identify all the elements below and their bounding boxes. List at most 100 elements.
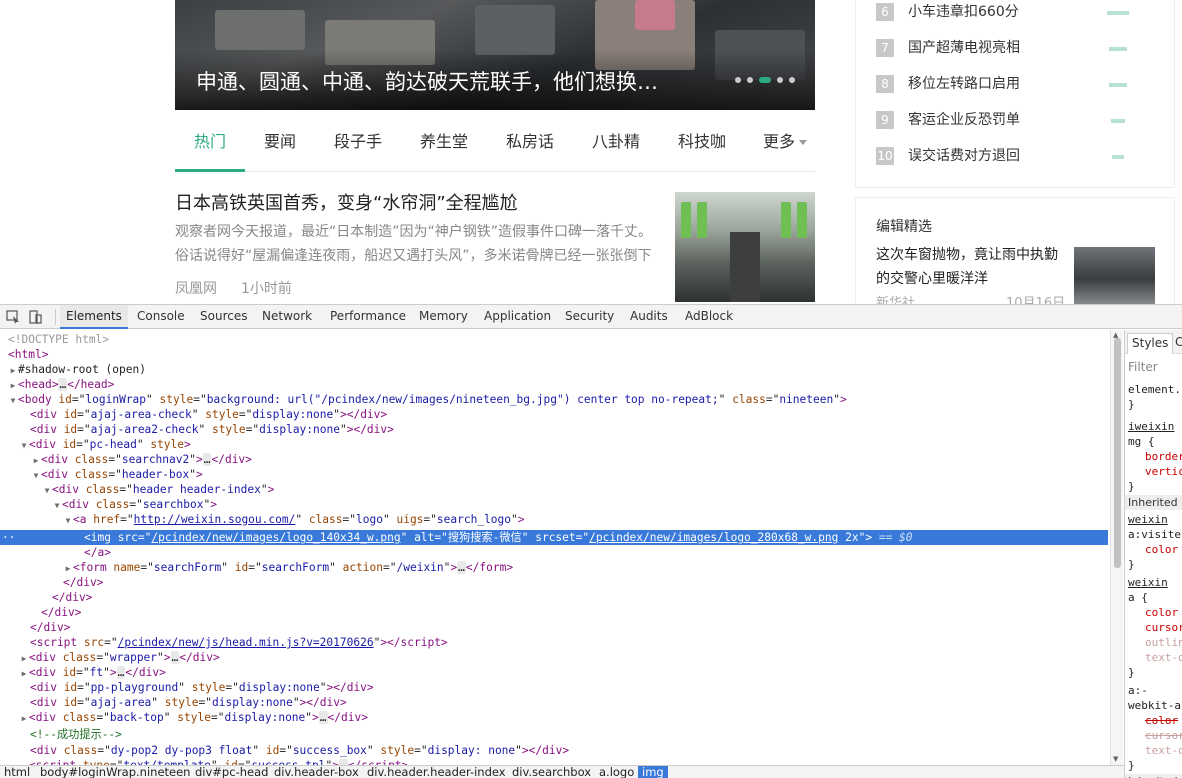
tab-hot[interactable]: 热门 (175, 112, 245, 172)
breadcrumb-body[interactable]: body#loginWrap.nineteen (40, 766, 190, 778)
dom-node-header-box[interactable]: ▼ <div class="header-box"> (0, 467, 1108, 482)
dom-node-searchnav[interactable]: ▶ <div class="searchnav2">…</div> (0, 452, 1108, 467)
tab-sources[interactable]: Sources (200, 305, 247, 329)
breadcrumb-a-logo[interactable]: a.logo (599, 766, 634, 778)
carousel-dots[interactable] (735, 77, 795, 83)
tab-styles[interactable]: Styles (1127, 333, 1174, 354)
dom-node-ft[interactable]: ▶ <div id="ft">…</div> (0, 665, 1108, 680)
dom-node-img-selected[interactable]: ·· <img src="/pcindex/new/images/logo_140… (0, 530, 1108, 545)
hot-list-item[interactable]: 8 移位左转路口启用 (876, 75, 1166, 95)
carousel-dot[interactable] (789, 77, 795, 83)
style-rule-line[interactable]: cursor (1145, 620, 1182, 635)
style-rule-line[interactable]: border (1145, 449, 1182, 464)
dom-scrollbar[interactable]: ▲ ▼ (1110, 330, 1123, 765)
hero-caption[interactable]: 申通、圆通、中通、韵达破天荒联手，他们想换… (196, 66, 658, 96)
breadcrumb-html[interactable]: html (4, 766, 30, 778)
style-rule-line[interactable]: } (1128, 397, 1135, 412)
style-rule-line[interactable]: mg { (1128, 434, 1155, 449)
tab-audits[interactable]: Audits (630, 305, 668, 329)
hot-list-item[interactable]: 10 误交话费对方退回 (876, 147, 1166, 167)
tab-performance[interactable]: Performance (330, 305, 406, 329)
dom-node-success-box[interactable]: <div class="dy-pop2 dy-pop3 float" id="s… (0, 743, 1108, 758)
breadcrumb-header-box[interactable]: div.header-box (274, 766, 359, 778)
hero-carousel[interactable]: 申通、圆通、中通、韵达破天荒联手，他们想换… (175, 0, 815, 110)
tab-news[interactable]: 要闻 (245, 112, 315, 172)
dom-node-html[interactable]: <html> (0, 347, 1108, 362)
dom-node-div-close[interactable]: </div> (0, 590, 1108, 605)
dom-node-area-check[interactable]: <div id="ajaj-area-check" style="display… (0, 407, 1108, 422)
tab-gossip[interactable]: 八卦精 (580, 112, 652, 172)
hot-list-item[interactable]: 9 客运企业反恐罚单 (876, 111, 1166, 131)
style-rule-line[interactable]: a:- (1128, 683, 1148, 698)
dom-node-comment[interactable]: <!--成功提示--> (0, 727, 1108, 742)
tab-more[interactable]: 更多 (755, 112, 815, 172)
tab-tech[interactable]: 科技咖 (666, 112, 738, 172)
dom-node-script-template[interactable]: ▶<script type="text/template" id="succes… (0, 758, 1108, 765)
tab-private-talk[interactable]: 私房话 (494, 112, 566, 172)
dom-node-shadow-root[interactable]: ▶ #shadow-root (open) (0, 362, 1108, 377)
dom-node-pp-playground[interactable]: <div id="pp-playground" style="display:n… (0, 680, 1108, 695)
hot-item-text[interactable]: 国产超薄电视亮相 (908, 39, 1020, 57)
dom-node-wrapper[interactable]: ▶ <div class="wrapper">…</div> (0, 650, 1108, 665)
hot-item-text[interactable]: 移位左转路口启用 (908, 75, 1020, 93)
style-rule-line[interactable]: vertic (1145, 464, 1182, 479)
article-source[interactable]: 凤凰网 (175, 278, 217, 298)
hot-item-text[interactable]: 小车违章扣660分 (908, 3, 1019, 21)
dom-node-logo-link[interactable]: ▼ <a href="http://weixin.sogou.com/" clas… (0, 512, 1108, 527)
style-rule-line[interactable]: a:visite (1128, 527, 1181, 542)
carousel-dot-active[interactable] (759, 77, 771, 83)
style-rule-line[interactable]: text-d (1145, 743, 1182, 758)
breadcrumb-pc-head[interactable]: div#pc-head (195, 766, 268, 778)
dom-node-header-index[interactable]: ▼ <div class="header header-index"> (0, 482, 1108, 497)
style-rule-line[interactable]: element. (1128, 382, 1181, 397)
dom-node-script-head[interactable]: <script src="/pcindex/new/js/head.min.js… (0, 635, 1108, 650)
editor-pick-thumbnail[interactable] (1074, 247, 1155, 304)
style-rule-line[interactable]: weixin (1128, 512, 1168, 527)
dom-node-div-close[interactable]: </div> (0, 620, 1108, 635)
style-rule-line[interactable]: text-d (1145, 650, 1182, 665)
carousel-dot[interactable] (777, 77, 783, 83)
dom-node-head[interactable]: ▶ <head>…</head> (0, 377, 1108, 392)
dom-node-doctype[interactable]: <!DOCTYPE html> (0, 332, 1108, 347)
editor-pick-title[interactable]: 这次车窗抛物，竟让雨中执勤的交警心里暖洋洋 (876, 243, 1066, 291)
style-rule-line[interactable]: Inherited (1125, 774, 1182, 778)
tab-health[interactable]: 养生堂 (408, 112, 480, 172)
tab-application[interactable]: Application (484, 305, 551, 329)
dom-node-div-close[interactable]: </div> (0, 575, 1108, 590)
hot-list-item[interactable]: 7 国产超薄电视亮相 (876, 39, 1166, 59)
device-toolbar-icon[interactable] (28, 310, 42, 324)
breadcrumb-header-index[interactable]: div.header.header-index (367, 766, 506, 778)
style-rule-line[interactable]: outlin (1145, 635, 1182, 650)
hot-list-item[interactable]: 6 小车违章扣660分 (876, 3, 1166, 23)
dom-node-body[interactable]: ▼ <body id="loginWrap" style="background:… (0, 392, 1108, 407)
inspect-element-icon[interactable] (6, 310, 20, 324)
style-rule-line[interactable]: } (1128, 557, 1135, 572)
style-rule-line[interactable]: webkit-a (1128, 698, 1181, 713)
breadcrumb-img[interactable]: img (638, 766, 668, 778)
style-rule-line[interactable]: } (1128, 758, 1135, 773)
dom-node-search-form[interactable]: ▶ <form name="searchForm" id="searchForm"… (0, 560, 1108, 575)
styles-filter-input[interactable]: Filter (1128, 360, 1158, 374)
tab-adblock[interactable]: AdBlock (685, 305, 733, 329)
style-rule-line[interactable]: color (1145, 605, 1178, 620)
hot-item-text[interactable]: 误交话费对方退回 (908, 147, 1020, 165)
carousel-dot[interactable] (747, 77, 753, 83)
dom-node-area[interactable]: <div id="ajaj-area" style="display:none"… (0, 695, 1108, 710)
dom-node-back-top[interactable]: ▶ <div class="back-top" style="display:no… (0, 710, 1108, 725)
style-rule-line[interactable]: Inherited (1125, 495, 1182, 510)
tab-network[interactable]: Network (262, 305, 312, 329)
style-rule-line[interactable]: iweixin (1128, 419, 1174, 434)
tab-computed[interactable]: C (1175, 333, 1182, 352)
style-rule-line[interactable]: } (1128, 479, 1135, 494)
style-rule-line[interactable]: } (1128, 665, 1135, 680)
dom-node-pc-head[interactable]: ▼ <div id="pc-head" style> (0, 437, 1108, 452)
style-rule-line[interactable]: cursor (1145, 728, 1182, 743)
tab-console[interactable]: Console (137, 305, 185, 329)
dom-node-a-close[interactable]: </a> (0, 545, 1108, 560)
dom-node-div-close[interactable]: </div> (0, 605, 1108, 620)
style-rule-line[interactable]: color (1145, 713, 1178, 728)
dom-node-searchbox[interactable]: ▼ <div class="searchbox"> (0, 497, 1108, 512)
style-rule-line[interactable]: a { (1128, 590, 1148, 605)
breadcrumb-searchbox[interactable]: div.searchbox (512, 766, 591, 778)
carousel-dot[interactable] (735, 77, 741, 83)
